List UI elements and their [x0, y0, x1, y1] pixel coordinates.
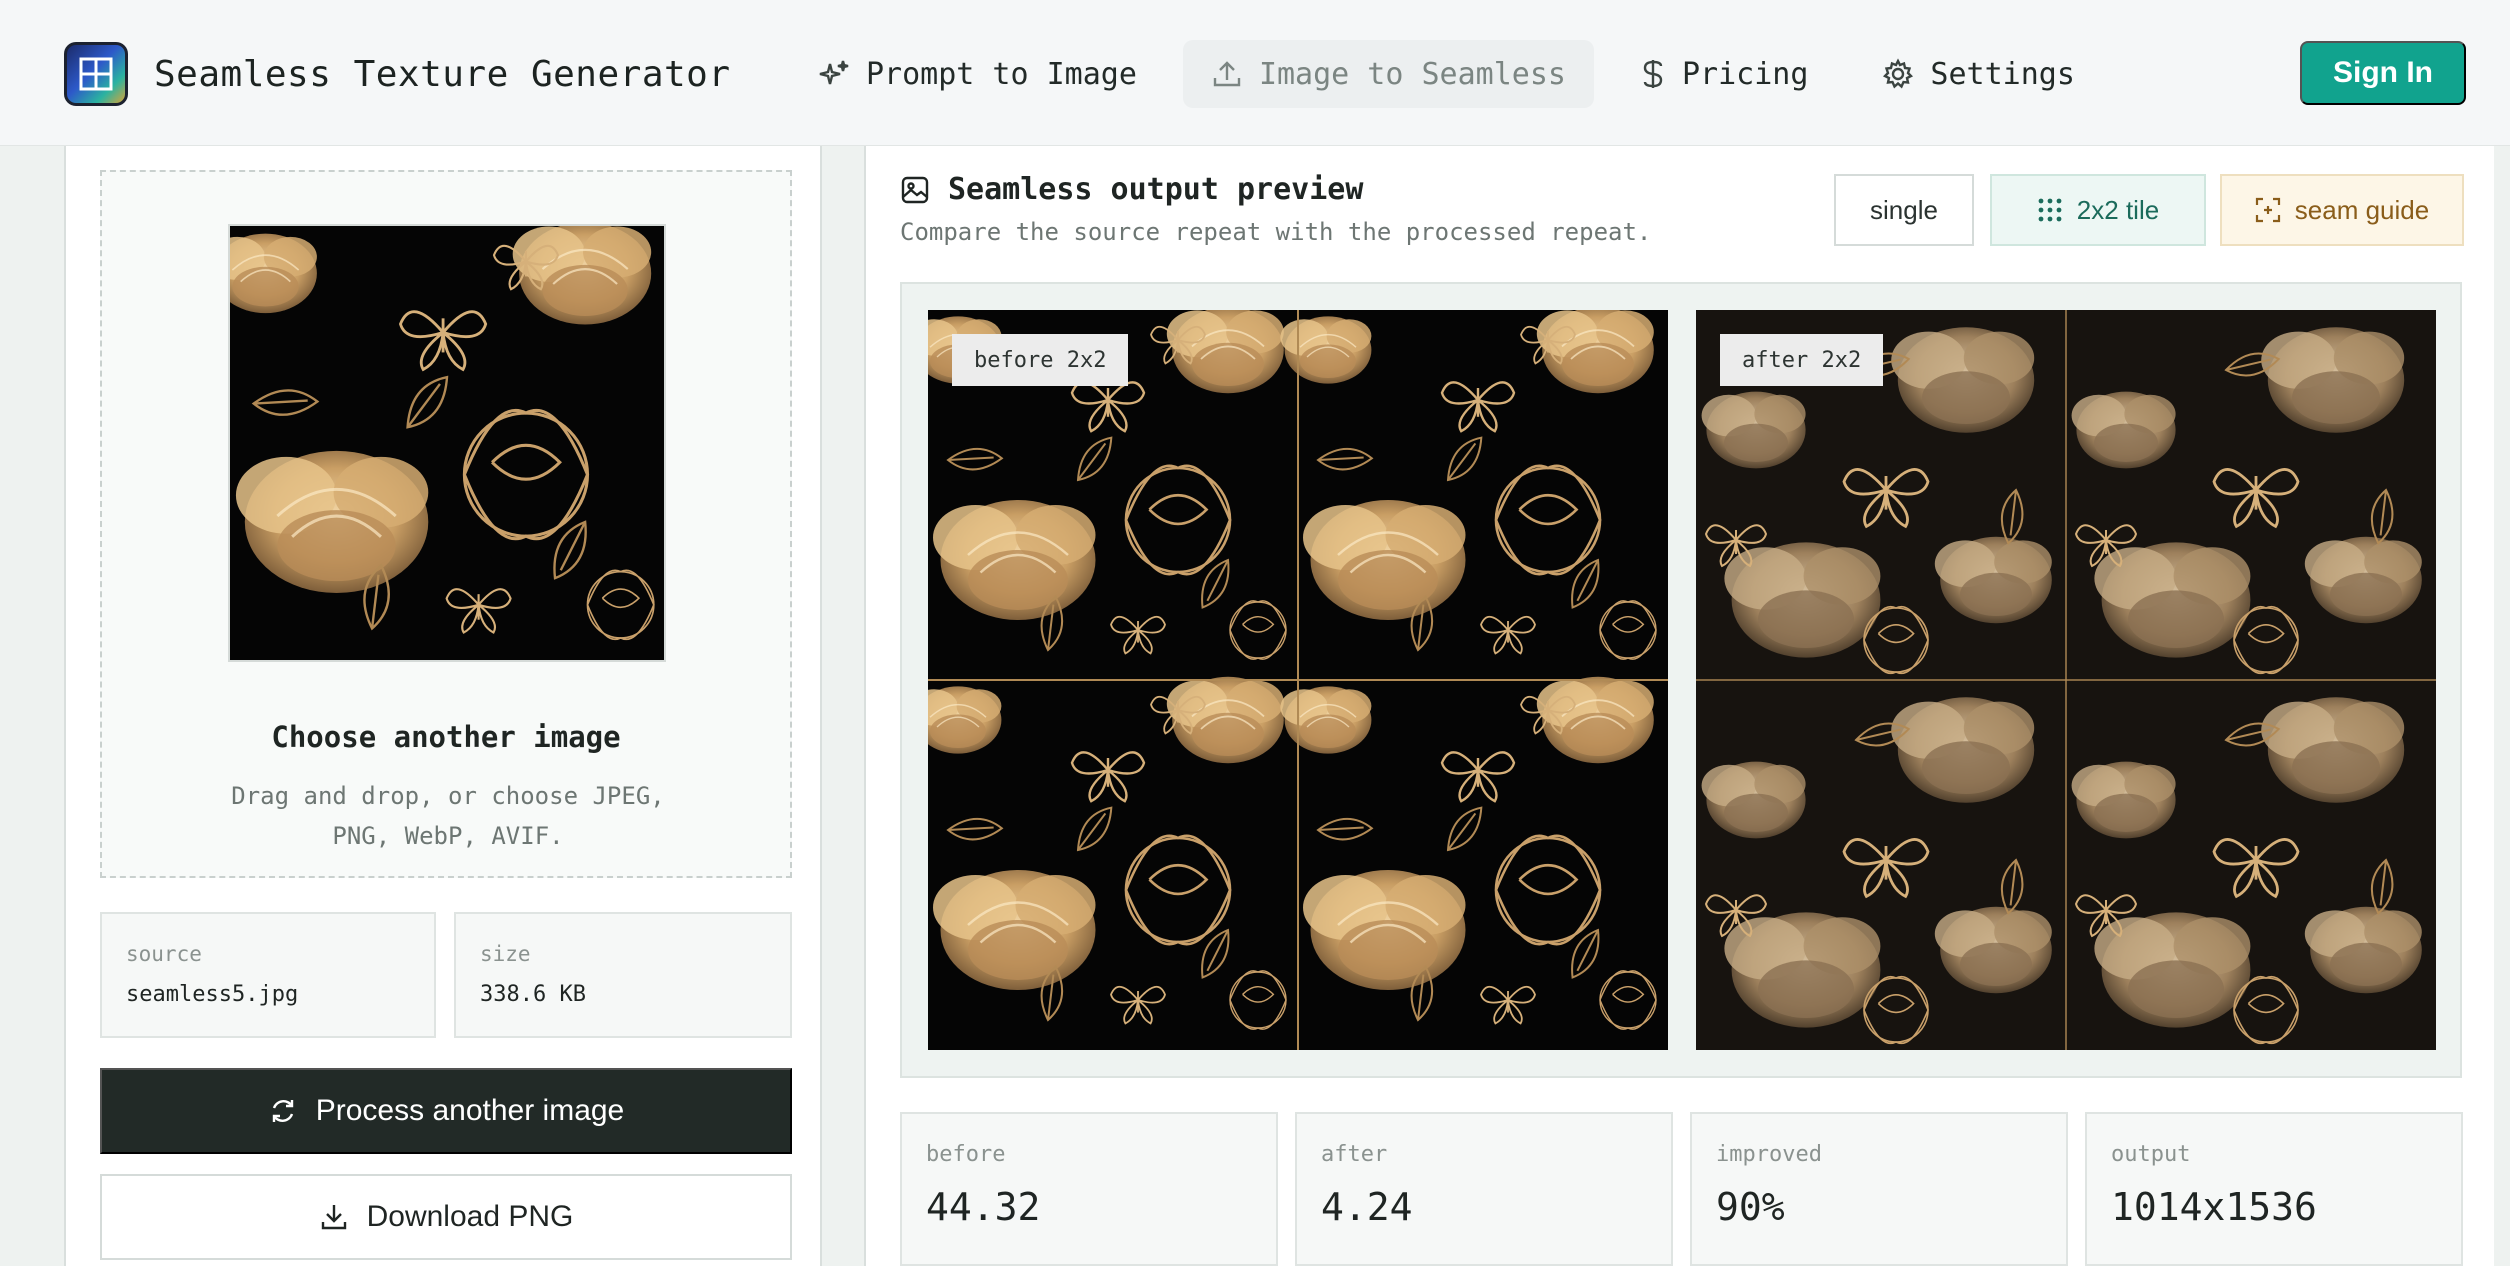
comparison-area: before 2x2 after 2x2 [900, 282, 2462, 1078]
preview-title: Seamless output preview [948, 172, 1364, 207]
seam-line-horizontal [928, 679, 1668, 681]
stat-label: output [2111, 1142, 2191, 1167]
dropzone-title: Choose another image [271, 720, 621, 754]
nav-prompt-to-image[interactable]: Prompt to Image [790, 40, 1165, 108]
grid-tile-icon [64, 42, 128, 106]
seam-line-horizontal [1696, 679, 2436, 681]
stat-label: after [1321, 1142, 1388, 1167]
source-file-card: source seamless5.jpg [100, 912, 436, 1038]
nav-pricing[interactable]: Pricing [1612, 40, 1836, 108]
stat-label: before [926, 1142, 1006, 1167]
nav-settings[interactable]: Settings [1854, 40, 2103, 108]
sign-in-button[interactable]: Sign In [2300, 41, 2466, 105]
file-size-card: size 338.6 KB [454, 912, 792, 1038]
stat-improved: improved 90% [1690, 1112, 2068, 1266]
top-navigation-bar: Seamless Texture Generator Prompt to Ima… [0, 0, 2510, 146]
mode-label: 2x2 tile [2076, 194, 2160, 225]
before-label: before 2x2 [952, 334, 1129, 386]
preview-header: Seamless output preview [900, 172, 1363, 207]
mode-single-button[interactable]: single [1834, 174, 1974, 246]
grid-dots-icon [2038, 198, 2062, 222]
dollar-icon [1643, 60, 1663, 88]
mode-label: single [1870, 194, 1938, 225]
sparkles-icon [819, 60, 849, 85]
size-label: size [480, 942, 531, 966]
file-size-value: 338.6 KB [480, 982, 586, 1007]
upload-icon [1213, 61, 1241, 87]
after-label: after 2x2 [1720, 334, 1884, 386]
download-icon [321, 1205, 346, 1230]
preview-panel: Seamless output preview Compare the sour… [864, 146, 2494, 1266]
stat-after: after 4.24 [1295, 1112, 1673, 1266]
source-image-thumbnail [228, 224, 666, 662]
preview-subtitle: Compare the source repeat with the proce… [900, 218, 1652, 246]
nav-label: Prompt to Image [866, 56, 1137, 92]
source-filename: seamless5.jpg [126, 982, 299, 1007]
before-2x2-preview: before 2x2 [928, 310, 1668, 1050]
image-icon [901, 176, 929, 203]
app-title: Seamless Texture Generator [154, 53, 731, 95]
process-button-label: Process another image [315, 1094, 625, 1127]
nav-image-to-seamless[interactable]: Image to Seamless [1182, 40, 1594, 108]
nav-label: Pricing [1681, 56, 1809, 92]
refresh-icon [272, 1100, 293, 1122]
nav-label: Image to Seamless [1258, 56, 1566, 92]
source-label: source [126, 942, 202, 966]
mode-2x2-tile-button[interactable]: 2x2 tile [1990, 174, 2206, 246]
download-png-button[interactable]: Download PNG [100, 1174, 792, 1260]
crosshair-icon [2255, 197, 2280, 223]
upload-panel: Choose another image Drag and drop, or c… [64, 146, 822, 1266]
mode-label: seam guide [2294, 194, 2430, 225]
mode-seam-guide-button[interactable]: seam guide [2220, 174, 2464, 246]
stat-value: 90% [1716, 1185, 1785, 1229]
stat-value: 1014x1536 [2111, 1185, 2317, 1229]
stat-label: improved [1716, 1142, 1822, 1167]
after-2x2-preview: after 2x2 [1696, 310, 2436, 1050]
process-another-image-button[interactable]: Process another image [100, 1068, 792, 1154]
nav-label: Settings [1930, 56, 2075, 92]
main-nav: Prompt to Image Image to Seamless Pricin… [790, 40, 2121, 108]
stat-value: 44.32 [926, 1185, 1041, 1229]
image-dropzone[interactable]: Choose another image Drag and drop, or c… [100, 170, 792, 878]
stat-before: before 44.32 [900, 1112, 1278, 1266]
stat-output: output 1014x1536 [2085, 1112, 2463, 1266]
brand[interactable]: Seamless Texture Generator [64, 42, 731, 106]
download-button-label: Download PNG [366, 1200, 574, 1233]
stat-value: 4.24 [1321, 1185, 1413, 1229]
gear-icon [1883, 58, 1914, 89]
dropzone-hint: Drag and drop, or choose JPEG, PNG, WebP… [231, 782, 665, 850]
